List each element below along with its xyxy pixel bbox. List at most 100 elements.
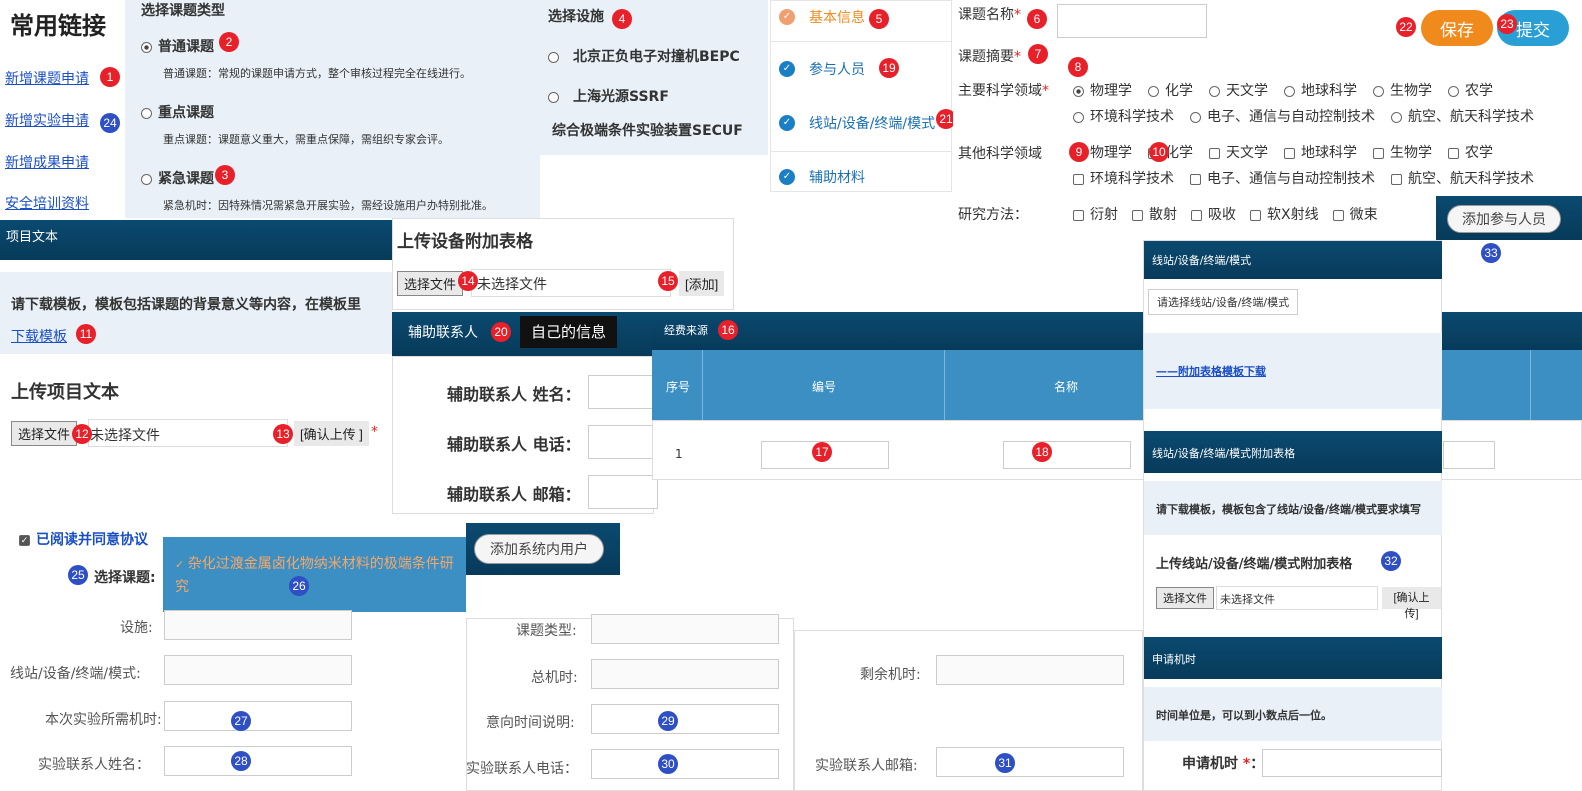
radio-aero[interactable]: 航空、航天科学技术: [1391, 109, 1534, 125]
agreement-checkbox[interactable]: ✓ 已阅读并同意协议: [19, 529, 148, 549]
link-new-experiment[interactable]: 新增实验申请: [5, 110, 89, 130]
funding-name-input[interactable]: [1003, 441, 1131, 469]
radio-chemistry[interactable]: 化学: [1148, 83, 1193, 99]
topic-dropdown[interactable]: ✓ 杂化过渡金属卤化物纳米材料的极端条件研究: [163, 537, 466, 612]
check-diffraction[interactable]: 衍射: [1073, 207, 1118, 223]
facility-secuf[interactable]: 综合极端条件实验装置SECUF: [552, 120, 743, 140]
radio-icon: [141, 173, 152, 185]
station-choose-file-button[interactable]: 选择文件: [1156, 587, 1214, 609]
badge-5: 5: [869, 9, 889, 29]
check-microbeam[interactable]: 微束: [1332, 207, 1378, 223]
exp-facility-input[interactable]: [164, 610, 352, 640]
step-materials[interactable]: ✓ 辅助材料: [779, 167, 949, 189]
equip-choose-file-button[interactable]: 选择文件: [397, 271, 464, 296]
key-topic-desc: 重点课题：课题意义重大，需重点保障，需组织专家会评。: [163, 133, 449, 146]
exp-facility-label: 设施:: [120, 620, 153, 636]
exp-station-input[interactable]: [164, 655, 352, 685]
radio-bepc[interactable]: 北京正负电子对撞机BEPC: [548, 46, 740, 66]
funding-bar: 经费来源: [652, 312, 1582, 350]
label-text: 课题名称: [958, 7, 1014, 23]
radio-astronomy[interactable]: 天文学: [1209, 83, 1268, 99]
step-participants[interactable]: ✓ 参与人员: [779, 59, 949, 89]
check-earth[interactable]: 地球科学: [1284, 145, 1357, 161]
exp-phone-input[interactable]: [591, 749, 779, 779]
save-button[interactable]: 保存: [1421, 10, 1493, 46]
exp-contact-input[interactable]: [164, 746, 352, 776]
exp-type-input[interactable]: [591, 614, 779, 644]
assist-tooltip: 自己的信息: [520, 316, 617, 348]
add-person-button[interactable]: 添加参与人员: [1447, 205, 1561, 233]
link-safety-training[interactable]: 安全培训资料: [5, 193, 89, 213]
exp-intent-label: 意向时间说明:: [486, 715, 575, 731]
project-confirm-upload-button[interactable]: [确认上传 ]: [294, 421, 369, 446]
radio-agriculture[interactable]: 农学: [1448, 83, 1493, 99]
add-system-user-button[interactable]: 添加系统内用户: [474, 534, 604, 564]
station-download-box: ——附加表格模板下载: [1144, 333, 1442, 409]
check-aero[interactable]: 航空、航天科学技术: [1391, 171, 1534, 187]
project-choose-file-button[interactable]: 选择文件: [11, 421, 78, 446]
check-agriculture[interactable]: 农学: [1448, 145, 1493, 161]
step-check-icon: ✓: [779, 61, 795, 77]
project-notice: 请下载模板，模板包括课题的背景意义等内容，在模板里: [11, 297, 361, 313]
radio-icon: [141, 41, 152, 53]
station-bar-2: 线站/设备/终端/模式附加表格: [1144, 431, 1442, 473]
equip-add-button[interactable]: [添加]: [679, 271, 725, 296]
hours-hint: 时间单位是，可以到小数点后一位。: [1156, 709, 1332, 722]
exp-remain-input[interactable]: [936, 655, 1124, 685]
step-done-icon: ✓: [779, 9, 795, 25]
apply-hours-input[interactable]: [1262, 749, 1442, 777]
exp-hours-input[interactable]: [164, 701, 352, 731]
radio-urgent-topic[interactable]: 紧急课题: [141, 168, 214, 188]
badge-19: 19: [879, 58, 899, 78]
checkbox-icon: [1073, 173, 1084, 185]
step-station[interactable]: ✓ 线站/设备/终端/模式: [779, 113, 949, 143]
radio-biology[interactable]: 生物学: [1373, 83, 1432, 99]
bar-title: 线站/设备/终端/模式附加表格: [1152, 447, 1296, 460]
check-astronomy[interactable]: 天文学: [1209, 145, 1268, 161]
project-notice-box: 请下载模板，模板包括课题的背景意义等内容，在模板里 下载模板: [0, 272, 392, 354]
check-electronics[interactable]: 电子、通信与自动控制技术: [1190, 171, 1375, 187]
funding-header-row: 序号 编号 名称: [652, 350, 1582, 420]
badge-30: 30: [658, 754, 678, 774]
radio-key-topic[interactable]: 重点课题: [141, 102, 214, 122]
exp-email-input[interactable]: [936, 747, 1124, 777]
col-name: 名称: [1054, 380, 1079, 394]
project-file-field: [88, 419, 288, 447]
radio-env[interactable]: 环境科学技术: [1073, 109, 1174, 125]
station-confirm-upload-button[interactable]: [确认上传]: [1382, 587, 1441, 620]
exp-intent-input[interactable]: [591, 704, 779, 734]
radio-physics[interactable]: 物理学: [1073, 83, 1132, 99]
assist-phone-input[interactable]: [588, 425, 658, 459]
link-new-result[interactable]: 新增成果申请: [5, 152, 89, 172]
radio-icon: [1284, 85, 1295, 97]
check-soft-xray[interactable]: 软X射线: [1250, 207, 1319, 223]
check-absorption[interactable]: 吸收: [1191, 207, 1236, 223]
steps-panel: ✓ 基本信息 ✓ 参与人员 ✓ 线站/设备/终端/模式 ✓ 辅助材料: [770, 0, 952, 192]
radio-normal-topic[interactable]: 普通课题: [141, 36, 214, 56]
radio-electronics[interactable]: 电子、通信与自动控制技术: [1190, 109, 1375, 125]
col-code: 编号: [812, 380, 837, 394]
check-env[interactable]: 环境科学技术: [1073, 171, 1174, 187]
assist-name-input[interactable]: [588, 375, 658, 409]
radio-earth[interactable]: 地球科学: [1284, 83, 1357, 99]
label-text: 申请机时: [1182, 756, 1238, 772]
check-biology[interactable]: 生物学: [1373, 145, 1432, 161]
funding-extra-input[interactable]: [1443, 441, 1495, 469]
link-new-topic[interactable]: 新增课题申请: [5, 68, 89, 88]
topic-name-input[interactable]: [1057, 4, 1207, 38]
exp-total-input[interactable]: [591, 659, 779, 689]
check-scattering[interactable]: 散射: [1132, 207, 1177, 223]
station-template-download[interactable]: ——附加表格模板下载: [1156, 363, 1266, 379]
station-select-button[interactable]: 请选择线站/设备/终端/模式: [1148, 289, 1299, 315]
step-basic-info[interactable]: ✓ 基本信息: [779, 7, 949, 37]
main-fields-row2: 环境科学技术 电子、通信与自动控制技术 航空、航天科学技术: [1073, 106, 1534, 126]
badge-17: 17: [812, 442, 832, 462]
assist-email-input[interactable]: [588, 475, 658, 509]
exp-contact-label: 实验联系人姓名：: [38, 757, 150, 773]
badge-10: 10: [1149, 142, 1169, 162]
download-template-link[interactable]: 下载模板: [11, 326, 67, 346]
badge-11: 11: [76, 324, 96, 344]
radio-ssrf[interactable]: 上海光源SSRF: [548, 86, 669, 106]
station-panel: 线站/设备/终端/模式 请选择线站/设备/终端/模式 ——附加表格模板下载 线站…: [1143, 240, 1442, 791]
row-index: 1: [675, 447, 683, 461]
